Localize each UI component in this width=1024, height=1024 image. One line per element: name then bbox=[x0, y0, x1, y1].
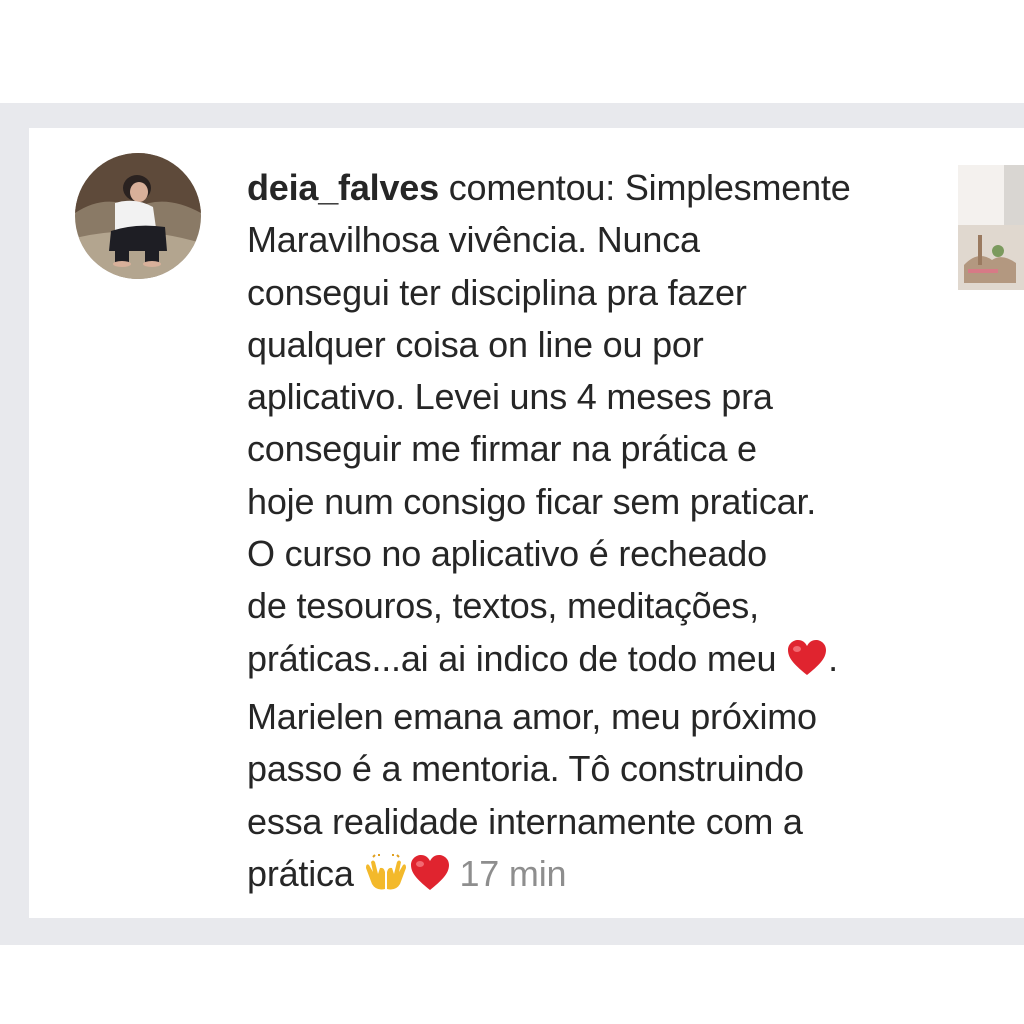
red-heart-icon bbox=[786, 639, 828, 691]
comment-card: deia_falves comentou: Simplesmente Marav… bbox=[29, 128, 1024, 918]
comment-line: de tesouros, textos, meditações, bbox=[247, 585, 759, 627]
comment-line: deia_falves comentou: Simplesmente bbox=[247, 162, 947, 214]
comment-line-text: práticas...ai ai indico de todo meu bbox=[247, 637, 777, 679]
comment-line: consegui ter disciplina pra fazer bbox=[247, 271, 747, 313]
avatar-photo bbox=[75, 153, 201, 279]
comment-line: O curso no aplicativo é recheado bbox=[247, 533, 767, 575]
username-link[interactable]: deia_falves bbox=[247, 167, 439, 208]
comment-line: Marielen emana amor, meu próximo bbox=[247, 695, 817, 737]
post-thumbnail-image bbox=[958, 165, 1024, 290]
comment-line: passo é a mentoria. Tô construindo bbox=[247, 748, 804, 790]
post-thumbnail[interactable] bbox=[958, 165, 1024, 290]
comment-line: aplicativo. Levei uns 4 meses pra bbox=[247, 376, 773, 418]
comment-line: práticas...ai ai indico de todo meu . bbox=[247, 633, 947, 691]
comment-line: prática 17 min bbox=[247, 848, 947, 906]
comment-timestamp: 17 min bbox=[459, 852, 567, 894]
comment-line: essa realidade internamente com a bbox=[247, 800, 803, 842]
comment-line-text: prática bbox=[247, 852, 354, 894]
comment-text: deia_falves comentou: Simplesmente Marav… bbox=[247, 162, 947, 906]
red-heart-icon bbox=[409, 854, 451, 906]
page: deia_falves comentou: Simplesmente Marav… bbox=[0, 0, 1024, 1024]
comment-line: Maravilhosa vivência. Nunca bbox=[247, 219, 700, 261]
comment-line: conseguir me firmar na prática e bbox=[247, 428, 757, 470]
avatar[interactable] bbox=[75, 153, 201, 279]
comment-line: qualquer coisa on line ou por bbox=[247, 323, 704, 365]
comment-line: hoje num consigo ficar sem praticar. bbox=[247, 480, 817, 522]
comment-intro: comentou: Simplesmente bbox=[438, 167, 851, 208]
raising-hands-icon bbox=[363, 853, 409, 906]
comment-line-text: . bbox=[828, 637, 838, 679]
